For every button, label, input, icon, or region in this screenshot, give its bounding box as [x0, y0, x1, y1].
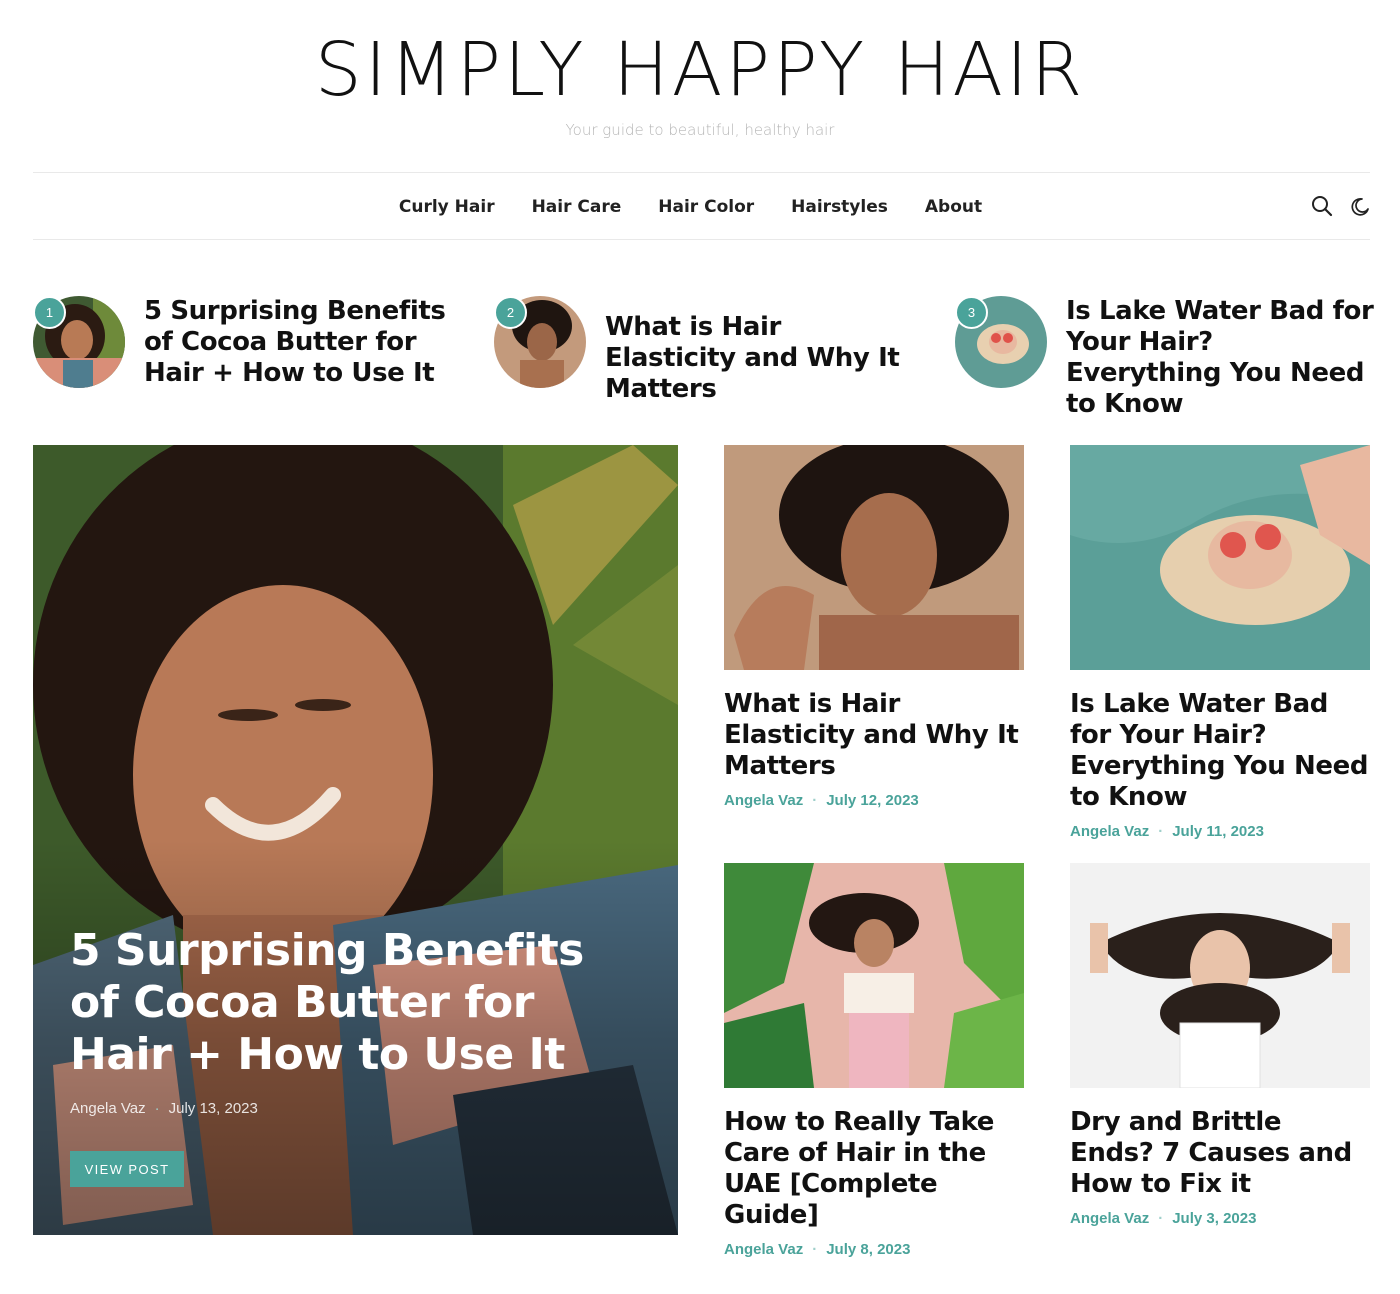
dark-mode-moon-icon[interactable] — [1349, 195, 1371, 217]
trending-item[interactable]: 2 What is Hair Elasticity and Why It Mat… — [494, 296, 924, 404]
nav-menu: Curly Hair Hair Care Hair Color Hairstyl… — [33, 173, 1370, 241]
trending-title[interactable]: Is Lake Water Bad for Your Hair? Everyth… — [1066, 296, 1376, 420]
nav-item-hairstyles[interactable]: Hairstyles — [791, 197, 888, 217]
trending-item[interactable]: 1 5 Surprising Benefits of Cocoa Butter … — [33, 296, 463, 390]
post-author[interactable]: Angela Vaz — [1070, 1210, 1149, 1227]
nav-item-about[interactable]: About — [925, 197, 982, 217]
post-author[interactable]: Angela Vaz — [1070, 823, 1149, 840]
trending-rank-badge: 2 — [494, 296, 527, 329]
post-meta: Angela Vaz · July 12, 2023 — [724, 792, 1024, 809]
post-date: July 8, 2023 — [826, 1241, 911, 1258]
post-meta: Angela Vaz · July 8, 2023 — [724, 1241, 1024, 1258]
post-meta: Angela Vaz · July 11, 2023 — [1070, 823, 1370, 840]
meta-separator: · — [154, 1100, 160, 1117]
post-card: What is Hair Elasticity and Why It Matte… — [724, 445, 1024, 809]
featured-author[interactable]: Angela Vaz — [70, 1100, 146, 1117]
featured-post[interactable]: 5 Surprising Benefits of Cocoa Butter fo… — [33, 445, 678, 1235]
post-card: Is Lake Water Bad for Your Hair? Everyth… — [1070, 445, 1370, 840]
nav-item-curly-hair[interactable]: Curly Hair — [399, 197, 495, 217]
site-tagline: Your guide to beautiful, healthy hair — [565, 121, 835, 139]
post-date: July 3, 2023 — [1172, 1210, 1257, 1227]
post-card: Dry and Brittle Ends? 7 Causes and How t… — [1070, 863, 1370, 1227]
post-title[interactable]: How to Really Take Care of Hair in the U… — [724, 1107, 1024, 1231]
post-author[interactable]: Angela Vaz — [724, 792, 803, 809]
meta-separator: · — [1158, 823, 1164, 840]
site-title[interactable]: SIMPLY HAPPY HAIR — [0, 28, 1400, 112]
view-post-button[interactable]: VIEW POST — [70, 1151, 184, 1187]
post-author[interactable]: Angela Vaz — [724, 1241, 803, 1258]
nav-item-hair-care[interactable]: Hair Care — [532, 197, 622, 217]
post-date: July 11, 2023 — [1172, 823, 1264, 840]
post-card: How to Really Take Care of Hair in the U… — [724, 863, 1024, 1258]
search-icon[interactable] — [1311, 195, 1333, 217]
nav-item-hair-color[interactable]: Hair Color — [658, 197, 754, 217]
post-title[interactable]: Dry and Brittle Ends? 7 Causes and How t… — [1070, 1107, 1370, 1200]
featured-title[interactable]: 5 Surprising Benefits of Cocoa Butter fo… — [70, 925, 610, 1081]
post-title[interactable]: Is Lake Water Bad for Your Hair? Everyth… — [1070, 689, 1370, 813]
trending-title[interactable]: What is Hair Elasticity and Why It Matte… — [605, 312, 915, 405]
post-image[interactable] — [724, 863, 1024, 1088]
post-meta: Angela Vaz · July 3, 2023 — [1070, 1210, 1370, 1227]
post-image[interactable] — [1070, 863, 1370, 1088]
meta-separator: · — [812, 792, 818, 809]
trending-rank-badge: 1 — [33, 296, 66, 329]
post-date: July 12, 2023 — [826, 792, 919, 809]
meta-separator: · — [1158, 1210, 1164, 1227]
trending-title[interactable]: 5 Surprising Benefits of Cocoa Butter fo… — [144, 296, 454, 389]
meta-separator: · — [812, 1241, 818, 1258]
featured-date: July 13, 2023 — [168, 1100, 258, 1117]
post-image[interactable] — [724, 445, 1024, 670]
main-navigation: Curly Hair Hair Care Hair Color Hairstyl… — [33, 172, 1370, 240]
trending-rank-badge: 3 — [955, 296, 988, 329]
post-image[interactable] — [1070, 445, 1370, 670]
trending-item[interactable]: 3 Is Lake Water Bad for Your Hair? Every… — [955, 296, 1385, 419]
featured-meta: Angela Vaz · July 13, 2023 — [70, 1100, 258, 1117]
post-title[interactable]: What is Hair Elasticity and Why It Matte… — [724, 689, 1024, 782]
